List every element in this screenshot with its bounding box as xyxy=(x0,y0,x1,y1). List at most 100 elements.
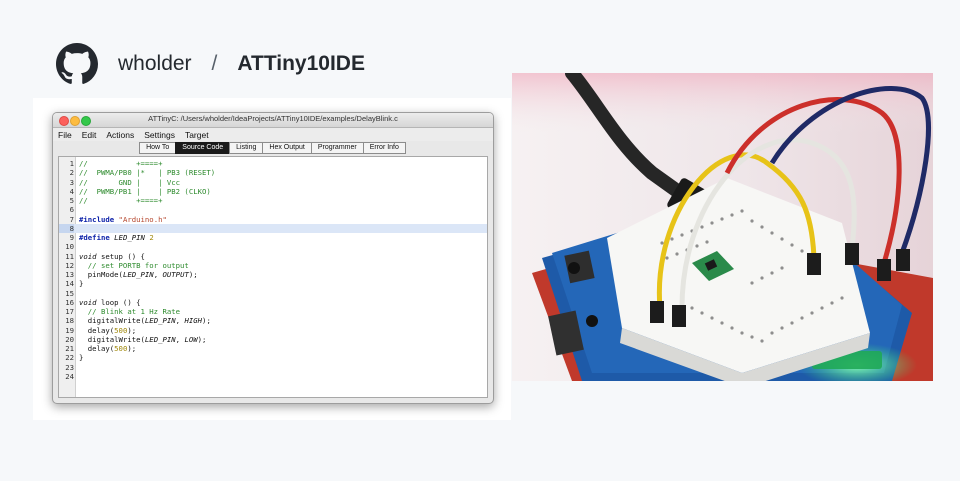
line-number: 8 xyxy=(59,223,74,233)
code-line[interactable]: 3 // GND | | Vcc xyxy=(59,178,487,187)
code-line[interactable]: 6 xyxy=(59,205,487,214)
menu-file[interactable]: File xyxy=(58,130,72,140)
code-token: #include xyxy=(79,214,119,224)
code-token: LED_PIN xyxy=(114,233,145,242)
code-line[interactable]: 5 // +====+ xyxy=(59,196,487,205)
tab-bar: How To Source Code Listing Hex Output Progra… xyxy=(53,142,493,154)
window-titlebar[interactable]: ATTinyC: /Users/wholder/IdeaProjects/ATT… xyxy=(53,113,493,128)
code-line[interactable]: 23 xyxy=(59,363,487,372)
code-text: digitalWrite(LED_PIN, HIGH); xyxy=(79,316,211,325)
code-token: pinMode( xyxy=(79,270,123,279)
line-number: 17 xyxy=(65,307,74,316)
repo-owner-link[interactable]: wholder xyxy=(118,52,192,76)
code-line[interactable]: 9 #define LED_PIN 2 xyxy=(59,233,487,242)
line-number: 22 xyxy=(65,353,74,363)
code-line[interactable]: 21 delay(500); xyxy=(59,344,487,353)
code-token: // PWMA/PB0 |* | PB3 (RESET) xyxy=(79,168,216,178)
code-token: } xyxy=(79,279,84,289)
line-number: 9 xyxy=(69,233,74,242)
code-token: void xyxy=(79,297,97,307)
tab-source-code[interactable]: Source Code xyxy=(175,142,231,154)
breadboard-photo xyxy=(512,73,933,381)
window-title: ATTinyC: /Users/wholder/IdeaProjects/ATT… xyxy=(148,114,398,123)
code-line[interactable]: 8 xyxy=(59,223,487,233)
tab-hex-output[interactable]: Hex Output xyxy=(262,142,312,154)
code-token: setup () { xyxy=(96,251,145,261)
menu-actions[interactable]: Actions xyxy=(106,130,134,140)
code-token: loop () { xyxy=(96,297,141,307)
menu-settings[interactable]: Settings xyxy=(144,130,175,140)
code-token: ); xyxy=(188,270,198,279)
code-text: } xyxy=(79,353,83,362)
code-text: delay(500); xyxy=(79,344,136,353)
tab-listing[interactable]: Listing xyxy=(229,142,264,154)
line-number: 10 xyxy=(65,242,74,252)
code-text: } xyxy=(79,279,83,288)
code-token: HIGH xyxy=(184,316,203,326)
line-number: 4 xyxy=(69,186,74,196)
line-number: 5 xyxy=(69,196,74,205)
code-token: // Blink at 1 Hz Rate xyxy=(79,307,181,316)
code-line[interactable]: 18 digitalWrite(LED_PIN, HIGH); xyxy=(59,316,487,325)
github-octocat-icon[interactable] xyxy=(56,43,98,85)
code-line[interactable]: 7 #include "Arduino.h" xyxy=(59,215,487,224)
code-line[interactable]: 17 // Blink at 1 Hz Rate xyxy=(59,307,487,316)
code-line[interactable]: 13 pinMode(LED_PIN, OUTPUT); xyxy=(59,270,487,279)
tab-error-info[interactable]: Error Info xyxy=(362,142,406,154)
code-text: // GND | | Vcc xyxy=(79,178,180,187)
line-number: 19 xyxy=(65,325,74,335)
code-line[interactable]: 16 void loop () { xyxy=(59,298,487,307)
code-token: ); xyxy=(202,316,211,326)
line-number: 24 xyxy=(65,371,74,381)
line-number: 16 xyxy=(65,297,74,307)
code-line[interactable]: 22} xyxy=(59,353,487,362)
ide-window: ATTinyC: /Users/wholder/IdeaProjects/ATT… xyxy=(52,112,494,404)
code-line[interactable]: 11 void setup () { xyxy=(59,252,487,261)
code-line[interactable]: 15 xyxy=(59,289,487,298)
code-token: digitalWrite( xyxy=(79,334,145,344)
code-line[interactable]: 12 // set PORTB for output xyxy=(59,261,487,270)
code-token: #define xyxy=(79,233,115,242)
code-token: ); xyxy=(127,344,137,353)
code-token: , xyxy=(153,270,163,279)
line-number: 11 xyxy=(65,251,74,261)
code-token: } xyxy=(79,353,84,363)
code-line[interactable]: 4 // PWMB/PB1 | | PB2 (CLKO) xyxy=(59,187,487,196)
code-text: // Blink at 1 Hz Rate xyxy=(79,307,180,316)
code-token: 500 xyxy=(114,325,128,335)
code-line[interactable]: 24 xyxy=(59,372,487,381)
code-token: "Arduino.h" xyxy=(118,214,167,224)
code-line[interactable]: 19 delay(500); xyxy=(59,326,487,335)
code-token: 500 xyxy=(114,344,128,353)
code-token: delay( xyxy=(79,344,115,353)
code-token: // PWMB/PB1 | | PB2 (CLKO) xyxy=(79,186,211,196)
code-text: // set PORTB for output xyxy=(79,261,189,270)
code-text: // PWMB/PB1 | | PB2 (CLKO) xyxy=(79,187,211,196)
code-line[interactable]: 10 xyxy=(59,242,487,251)
line-number: 13 xyxy=(65,270,74,279)
code-text: #include "Arduino.h" xyxy=(79,215,167,224)
code-token: OUTPUT xyxy=(162,270,189,279)
code-text: // +====+ xyxy=(79,159,162,168)
code-token: // GND | | Vcc xyxy=(79,177,181,187)
code-editor[interactable]: 1// +====+ 2// PWMA/PB0 |* | PB3 (RESET) 3… xyxy=(58,156,488,398)
code-token: // +====+ xyxy=(79,159,163,168)
code-line[interactable]: 20 digitalWrite(LED_PIN, LOW); xyxy=(59,335,487,344)
menu-edit[interactable]: Edit xyxy=(82,130,97,140)
code-text: delay(500); xyxy=(79,326,136,335)
menu-target[interactable]: Target xyxy=(185,130,209,140)
line-number: 20 xyxy=(65,334,74,344)
repo-name-link[interactable]: ATTiny10IDE xyxy=(237,52,365,76)
tab-how-to[interactable]: How To xyxy=(139,142,177,154)
line-number: 15 xyxy=(65,288,74,298)
code-token: ); xyxy=(197,334,207,344)
code-line[interactable]: 14} xyxy=(59,279,487,288)
code-line[interactable]: 1 // +====+ xyxy=(59,159,487,168)
path-separator: / xyxy=(211,52,218,75)
code-line[interactable]: 2 // PWMA/PB0 |* | PB3 (RESET) xyxy=(59,168,487,177)
code-text: // PWMA/PB0 |* | PB3 (RESET) xyxy=(79,168,215,177)
code-text: pinMode(LED_PIN, OUTPUT); xyxy=(79,270,198,279)
tab-programmer[interactable]: Programmer xyxy=(310,142,364,154)
code-text: // +====+ xyxy=(79,196,162,205)
line-number: 7 xyxy=(69,214,74,224)
